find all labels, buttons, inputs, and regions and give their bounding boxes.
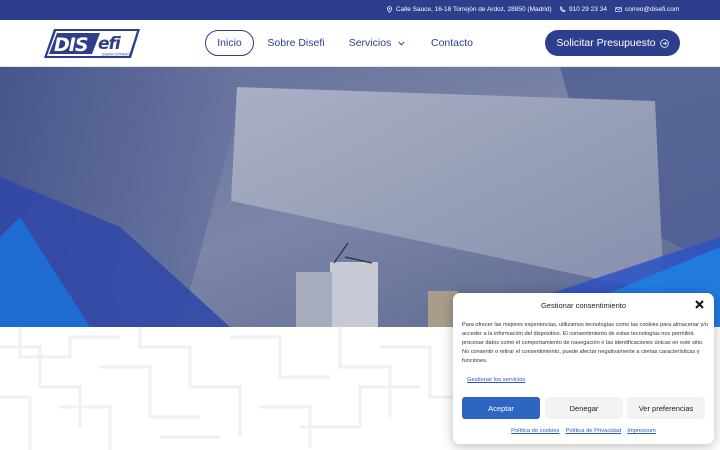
chevron-down-icon bbox=[398, 41, 405, 46]
nav-servicios-label: Servicios bbox=[348, 37, 392, 49]
top-contact-bar: Calle Sauce, 16-18 Torrejón de Ardoz, 28… bbox=[0, 0, 720, 20]
phone-item[interactable]: 910 29 23 34 bbox=[559, 6, 607, 13]
nav-sobre-disefi[interactable]: Sobre Disefi bbox=[266, 30, 326, 56]
email-item[interactable]: correo@disefi.com bbox=[615, 6, 679, 13]
svg-text:DIS: DIS bbox=[54, 34, 88, 56]
nav-contacto-label: Contacto bbox=[430, 37, 474, 49]
request-quote-label: Solicitar Presupuesto bbox=[556, 37, 656, 49]
cookie-policy-link[interactable]: Política de cookies bbox=[511, 428, 559, 434]
impressum-link[interactable]: Impressum bbox=[627, 428, 656, 434]
nav-inicio-label: Inicio bbox=[217, 37, 242, 49]
nav-sobre-label: Sobre Disefi bbox=[267, 37, 325, 49]
manage-services-link[interactable]: Gestionar los servicios bbox=[467, 377, 525, 383]
svg-text:DISEÑO EFÍMERO: DISEÑO EFÍMERO bbox=[102, 52, 130, 57]
request-quote-button[interactable]: Solicitar Presupuesto bbox=[545, 30, 680, 56]
location-icon bbox=[387, 6, 392, 13]
privacy-policy-link[interactable]: Política de Privacidad bbox=[565, 428, 621, 434]
nav-servicios[interactable]: Servicios bbox=[346, 30, 408, 56]
hero-image bbox=[0, 67, 720, 327]
email-text: correo@disefi.com bbox=[625, 6, 680, 13]
cookie-title: Gestionar consentimiento bbox=[540, 301, 627, 310]
nav-contacto[interactable]: Contacto bbox=[428, 30, 476, 56]
phone-icon bbox=[560, 6, 566, 13]
address-item: Calle Sauce, 16-18 Torrejón de Ardoz, 28… bbox=[386, 6, 552, 13]
svg-text:efi: efi bbox=[98, 34, 122, 54]
cookie-description: Para ofrecer las mejores experiencias, u… bbox=[462, 322, 708, 364]
address-text: Calle Sauce, 16-18 Torrejón de Ardoz, 28… bbox=[396, 6, 552, 13]
phone-text: 910 29 23 34 bbox=[569, 6, 607, 13]
logo-graphic: DIS efi DISEÑO EFÍMERO bbox=[44, 29, 140, 58]
stage-screen-illustration bbox=[0, 67, 720, 327]
close-icon[interactable] bbox=[694, 299, 705, 310]
site-header: DIS efi DISEÑO EFÍMERO Inicio Sobre Dise… bbox=[0, 20, 720, 67]
accept-button[interactable]: Aceptar bbox=[462, 397, 540, 419]
cookie-footer-links: Política de cookies Política de Privacid… bbox=[453, 428, 714, 434]
cookie-consent-dialog: Gestionar consentimiento Para ofrecer la… bbox=[453, 293, 714, 444]
mail-icon bbox=[615, 7, 622, 12]
nav-inicio[interactable]: Inicio bbox=[205, 30, 254, 56]
arrow-circle-icon bbox=[659, 38, 669, 48]
disefi-logo[interactable]: DIS efi DISEÑO EFÍMERO bbox=[40, 27, 142, 60]
deny-button[interactable]: Denegar bbox=[545, 397, 623, 419]
preferences-button[interactable]: Ver preferencias bbox=[627, 397, 705, 419]
